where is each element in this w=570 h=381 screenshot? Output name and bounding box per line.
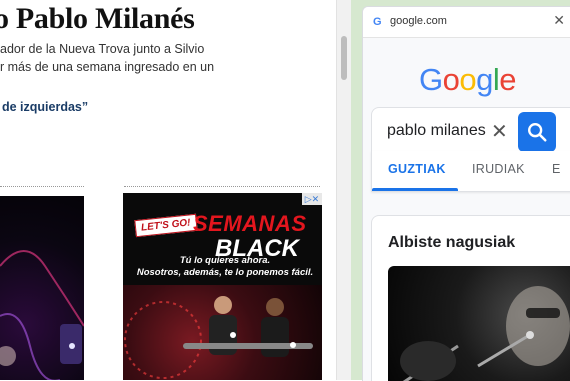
logo-letter: g bbox=[476, 62, 493, 97]
divider bbox=[0, 186, 84, 187]
ad-tag: LET'S GO! bbox=[134, 213, 198, 238]
search-tabs: GUZTIAK IRUDIAK E bbox=[371, 151, 570, 192]
article-headline: o Pablo Milanés bbox=[0, 2, 195, 35]
search-icon bbox=[528, 123, 547, 142]
news-article: o Pablo Milanés ador de la Nueva Trova j… bbox=[0, 0, 336, 380]
advertisement[interactable]: ▷✕ LET'S GO! SEMANAS BLACK Tú lo quieres… bbox=[123, 193, 322, 380]
tab-more[interactable]: E bbox=[552, 162, 561, 176]
scrollbar-thumb[interactable] bbox=[341, 36, 347, 80]
news-photo[interactable] bbox=[388, 266, 570, 381]
logo-letter: e bbox=[499, 62, 517, 97]
ad-slogan-line: Nosotros, además, te lo ponemos fácil. bbox=[136, 267, 314, 278]
logo-letter: G bbox=[419, 62, 443, 97]
divider bbox=[124, 186, 320, 187]
page-scrollbar[interactable] bbox=[336, 0, 351, 380]
active-tab-indicator bbox=[372, 188, 458, 191]
top-stories-card: Albiste nagusiak bbox=[371, 215, 570, 381]
ad-slogan: Tú lo quieres ahora. Nosotros, además, t… bbox=[135, 255, 315, 279]
top-stories-title: Albiste nagusiak bbox=[388, 234, 516, 251]
tab-guztiak[interactable]: GUZTIAK bbox=[388, 162, 446, 176]
ad-title-line1: SEMANAS bbox=[193, 211, 307, 236]
tab-irudiak[interactable]: IRUDIAK bbox=[472, 162, 525, 176]
ad-image bbox=[123, 285, 322, 380]
side-panel-url[interactable]: google.com bbox=[390, 15, 447, 27]
article-lede: ador de la Nueva Trova junto a Silvio r … bbox=[0, 40, 330, 76]
clear-icon[interactable]: ✕ bbox=[491, 119, 508, 144]
side-panel: G google.com ✕ Google pablo milanes ✕ GU… bbox=[362, 6, 570, 381]
logo-letter: o bbox=[459, 62, 477, 97]
concert-photo[interactable] bbox=[0, 196, 84, 380]
side-panel-header: G google.com ✕ bbox=[363, 7, 570, 38]
google-logo: Google bbox=[419, 62, 517, 98]
ad-slogan-line: Tú lo quieres ahora. bbox=[179, 255, 271, 266]
lede-line: r más de una semana ingresado en un bbox=[0, 60, 215, 74]
close-icon[interactable]: ✕ bbox=[553, 12, 565, 29]
search-button[interactable] bbox=[518, 112, 556, 152]
related-article-link[interactable]: de izquierdas” bbox=[2, 100, 88, 114]
logo-letter: o bbox=[442, 62, 460, 97]
lede-line: ador de la Nueva Trova junto a Silvio bbox=[0, 42, 205, 56]
search-input[interactable]: pablo milanes bbox=[387, 122, 486, 140]
ad-choices-icon[interactable]: ▷✕ bbox=[302, 193, 322, 205]
google-favicon-icon: G bbox=[373, 16, 382, 28]
